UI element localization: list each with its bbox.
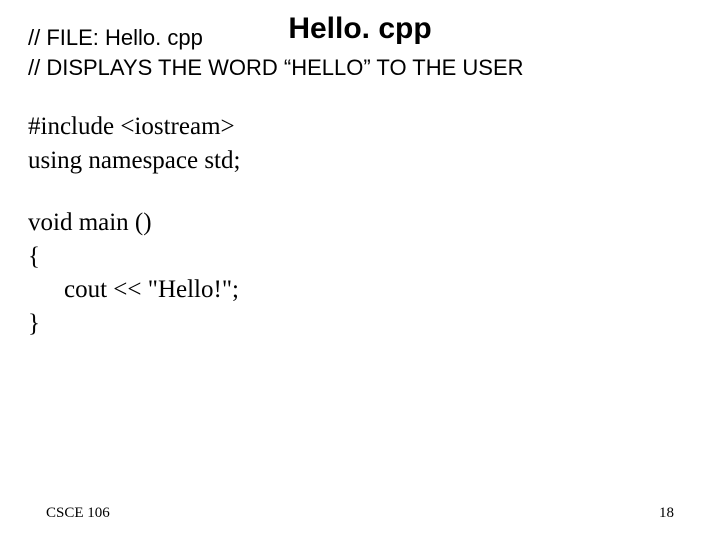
code-block: #include <iostream> using namespace std;… [28, 110, 692, 341]
code-brace-open: { [28, 240, 692, 274]
footer-course: CSCE 106 [46, 505, 110, 522]
code-brace-close: } [28, 307, 692, 341]
slide-footer: CSCE 106 18 [0, 505, 720, 522]
code-cout-line: cout << "Hello!"; [64, 273, 692, 307]
slide-container: Hello. cpp // FILE: Hello. cpp // DISPLA… [0, 0, 720, 540]
footer-page-number: 18 [659, 505, 674, 522]
code-using: using namespace std; [28, 144, 692, 178]
code-include: #include <iostream> [28, 110, 692, 144]
code-main-section: void main () { cout << "Hello!"; } [28, 206, 692, 341]
code-main-signature: void main () [28, 206, 692, 240]
comment-line-description: // DISPLAYS THE WORD “HELLO” TO THE USER [28, 53, 692, 83]
